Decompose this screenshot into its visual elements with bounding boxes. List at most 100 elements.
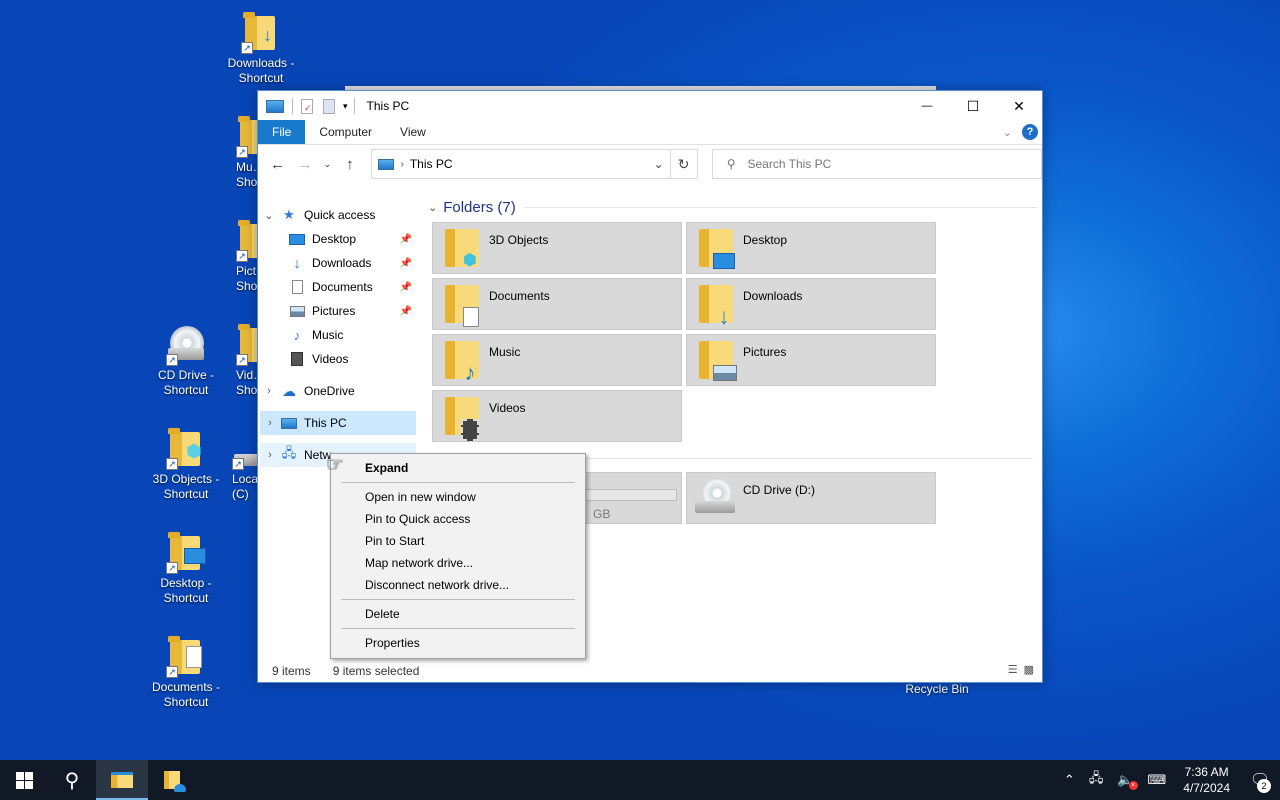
menu-item-map-network-drive[interactable]: Map network drive... <box>331 552 585 574</box>
menu-separator <box>341 482 575 483</box>
nav-item-music[interactable]: ♪ Music <box>258 323 418 347</box>
properties-icon[interactable]: ✓ <box>301 98 313 114</box>
refresh-icon[interactable]: ↻ <box>670 149 698 179</box>
expand-ribbon-chevron-icon[interactable]: ⌄ <box>1003 126 1012 139</box>
nav-item-this-pc[interactable]: › This PC <box>260 411 416 435</box>
tab-file[interactable]: File <box>258 120 306 144</box>
drive-tile-cd-drive[interactable]: CD Drive (D:) <box>686 472 936 524</box>
desktop-icon-3d-objects-shortcut[interactable]: ⬢ ↗ 3D Objects - Shortcut <box>147 426 225 502</box>
folders-group-header[interactable]: ⌄ Folders (7) <box>428 197 1038 217</box>
menu-item-properties[interactable]: Properties <box>331 632 585 654</box>
desktop-icon <box>288 231 306 247</box>
folder-network-icon <box>164 771 186 792</box>
up-arrow-icon[interactable]: ↑ <box>340 154 359 174</box>
folder-tile-desktop[interactable]: Desktop <box>686 222 936 274</box>
folder-tile-documents[interactable]: Documents <box>432 278 682 330</box>
search-icon: ⚲ <box>726 157 736 171</box>
expand-chevron-icon[interactable]: › <box>260 449 280 461</box>
menu-item-pin-start[interactable]: Pin to Start <box>331 530 585 552</box>
taskbar-file-explorer[interactable] <box>96 760 148 800</box>
tile-label: Downloads <box>743 289 803 303</box>
folder-tile-videos[interactable]: Videos <box>432 390 682 442</box>
cd-drive-icon <box>695 477 735 521</box>
network-status-icon[interactable]: 🖧 <box>1082 769 1111 791</box>
nav-label: This PC <box>304 416 347 430</box>
address-bar[interactable]: › This PC ⌄ <box>371 149 671 179</box>
address-dropdown-icon[interactable]: ⌄ <box>648 157 670 171</box>
navigation-bar: ← → ⌄ ↑ › This PC ⌄ ↻ ⚲ Search This PC <box>258 145 1042 183</box>
selected-count: 9 items selected <box>332 664 420 678</box>
view-toggle: ☰ ▩ <box>1008 663 1034 676</box>
volume-muted-icon[interactable]: 🔈 × <box>1110 772 1140 790</box>
breadcrumb-chevron-icon[interactable]: › <box>400 159 403 170</box>
large-icons-view-icon[interactable]: ▩ <box>1024 663 1034 676</box>
folder-tile-downloads[interactable]: ↓ Downloads <box>686 278 936 330</box>
minimize-button[interactable]: — <box>904 91 950 121</box>
nav-label: Pictures <box>312 304 356 318</box>
nav-item-onedrive[interactable]: › ☁ OneDrive <box>258 379 418 403</box>
help-icon[interactable]: ? <box>1022 124 1038 140</box>
folder-icon: ↓ <box>695 283 735 328</box>
menu-item-pin-quick-access[interactable]: Pin to Quick access <box>331 508 585 530</box>
collapse-chevron-icon[interactable]: ⌄ <box>258 209 280 222</box>
tab-computer[interactable]: Computer <box>305 120 386 144</box>
nav-quick-access[interactable]: ⌄ ★ Quick access <box>258 203 418 227</box>
forward-arrow-icon[interactable]: → <box>295 154 314 174</box>
status-bar: 9 items 9 items selected <box>272 664 419 678</box>
expand-chevron-icon[interactable]: › <box>260 417 280 429</box>
menu-separator <box>341 628 575 629</box>
clock-date: 4/7/2024 <box>1183 781 1230 795</box>
new-folder-icon[interactable] <box>323 98 335 114</box>
cube-icon: ⬢ <box>463 252 477 269</box>
windows-logo-icon <box>15 771 33 789</box>
menu-item-expand[interactable]: Expand <box>331 457 585 479</box>
menu-item-delete[interactable]: Delete <box>331 603 585 625</box>
folder-icon: ♪ <box>441 339 481 384</box>
tile-label: Pictures <box>743 345 787 359</box>
search-button[interactable]: ⚲ <box>48 760 96 800</box>
group-title: Folders (7) <box>443 198 516 216</box>
nav-item-documents[interactable]: Documents 📌 <box>258 275 418 299</box>
maximize-button[interactable]: ☐ <box>950 91 996 121</box>
keyboard-icon[interactable]: ⌨ <box>1141 772 1174 788</box>
taskbar-pinned-app[interactable] <box>148 760 196 800</box>
tile-label: Documents <box>489 289 550 303</box>
cd-drive-icon: ↗ <box>166 322 206 366</box>
desktop-icon-local-disk-shortcut[interactable]: ↗ Loca… (C) <box>232 426 258 502</box>
folder-icon <box>695 227 735 271</box>
details-view-icon[interactable]: ☰ <box>1008 663 1018 676</box>
expand-chevron-icon[interactable]: › <box>258 385 280 397</box>
desktop-icon-cd-drive-shortcut[interactable]: ↗ CD Drive - Shortcut <box>147 322 225 398</box>
start-button[interactable] <box>0 760 48 800</box>
desktop-icon-desktop-shortcut[interactable]: ↗ Desktop - Shortcut <box>147 530 225 606</box>
nav-item-desktop[interactable]: Desktop 📌 <box>258 227 418 251</box>
nav-item-videos[interactable]: Videos <box>258 347 418 371</box>
folder-tile-3d-objects[interactable]: ⬢ 3D Objects <box>432 222 682 274</box>
tab-view[interactable]: View <box>386 120 440 144</box>
collapse-chevron-icon[interactable]: ⌄ <box>428 201 437 214</box>
menu-item-disconnect-network-drive[interactable]: Disconnect network drive... <box>331 574 585 596</box>
back-arrow-icon[interactable]: ← <box>268 154 287 174</box>
desktop-icon-label: Documents - Shortcut <box>151 680 221 709</box>
clock[interactable]: 7:36 AM 4/7/2024 <box>1173 764 1240 796</box>
desktop-icon-documents-shortcut[interactable]: ↗ Documents - Shortcut <box>147 634 225 710</box>
menu-item-open-new-window[interactable]: Open in new window <box>331 486 585 508</box>
folder-tile-music[interactable]: ♪ Music <box>432 334 682 386</box>
desktop-icon-downloads-shortcut[interactable]: ↓ ↗ Downloads - Shortcut <box>222 10 300 86</box>
customize-toolbar-chevron-icon[interactable]: ▾ <box>343 101 348 112</box>
taskbar: ⚲ ⌃ 🖧 🔈× ⌨ 7:36 AM 4/7/2024 🗨 2 <box>0 760 1280 800</box>
folder-tiles: ⬢ 3D Objects Desktop Documents ↓ Downloa… <box>432 222 1038 442</box>
nav-item-pictures[interactable]: Pictures 📌 <box>258 299 418 323</box>
tile-label: Music <box>489 345 521 359</box>
nav-label: Downloads <box>312 256 372 270</box>
nav-item-downloads[interactable]: ↓ Downloads 📌 <box>258 251 418 275</box>
recent-locations-chevron-icon[interactable]: ⌄ <box>323 154 333 174</box>
search-box[interactable]: ⚲ Search This PC <box>711 149 1042 179</box>
close-button[interactable]: ✕ <box>996 91 1042 121</box>
recycle-bin-label[interactable]: Recycle Bin <box>899 682 975 696</box>
folder-tile-pictures[interactable]: Pictures <box>686 334 936 386</box>
show-hidden-icons-chevron-icon[interactable]: ⌃ <box>1057 772 1082 788</box>
action-center-button[interactable]: 🗨 2 <box>1240 760 1280 800</box>
title-bar[interactable]: ✓ ▾ This PC — ☐ ✕ <box>258 91 1042 121</box>
pin-icon: 📌 <box>399 305 412 317</box>
